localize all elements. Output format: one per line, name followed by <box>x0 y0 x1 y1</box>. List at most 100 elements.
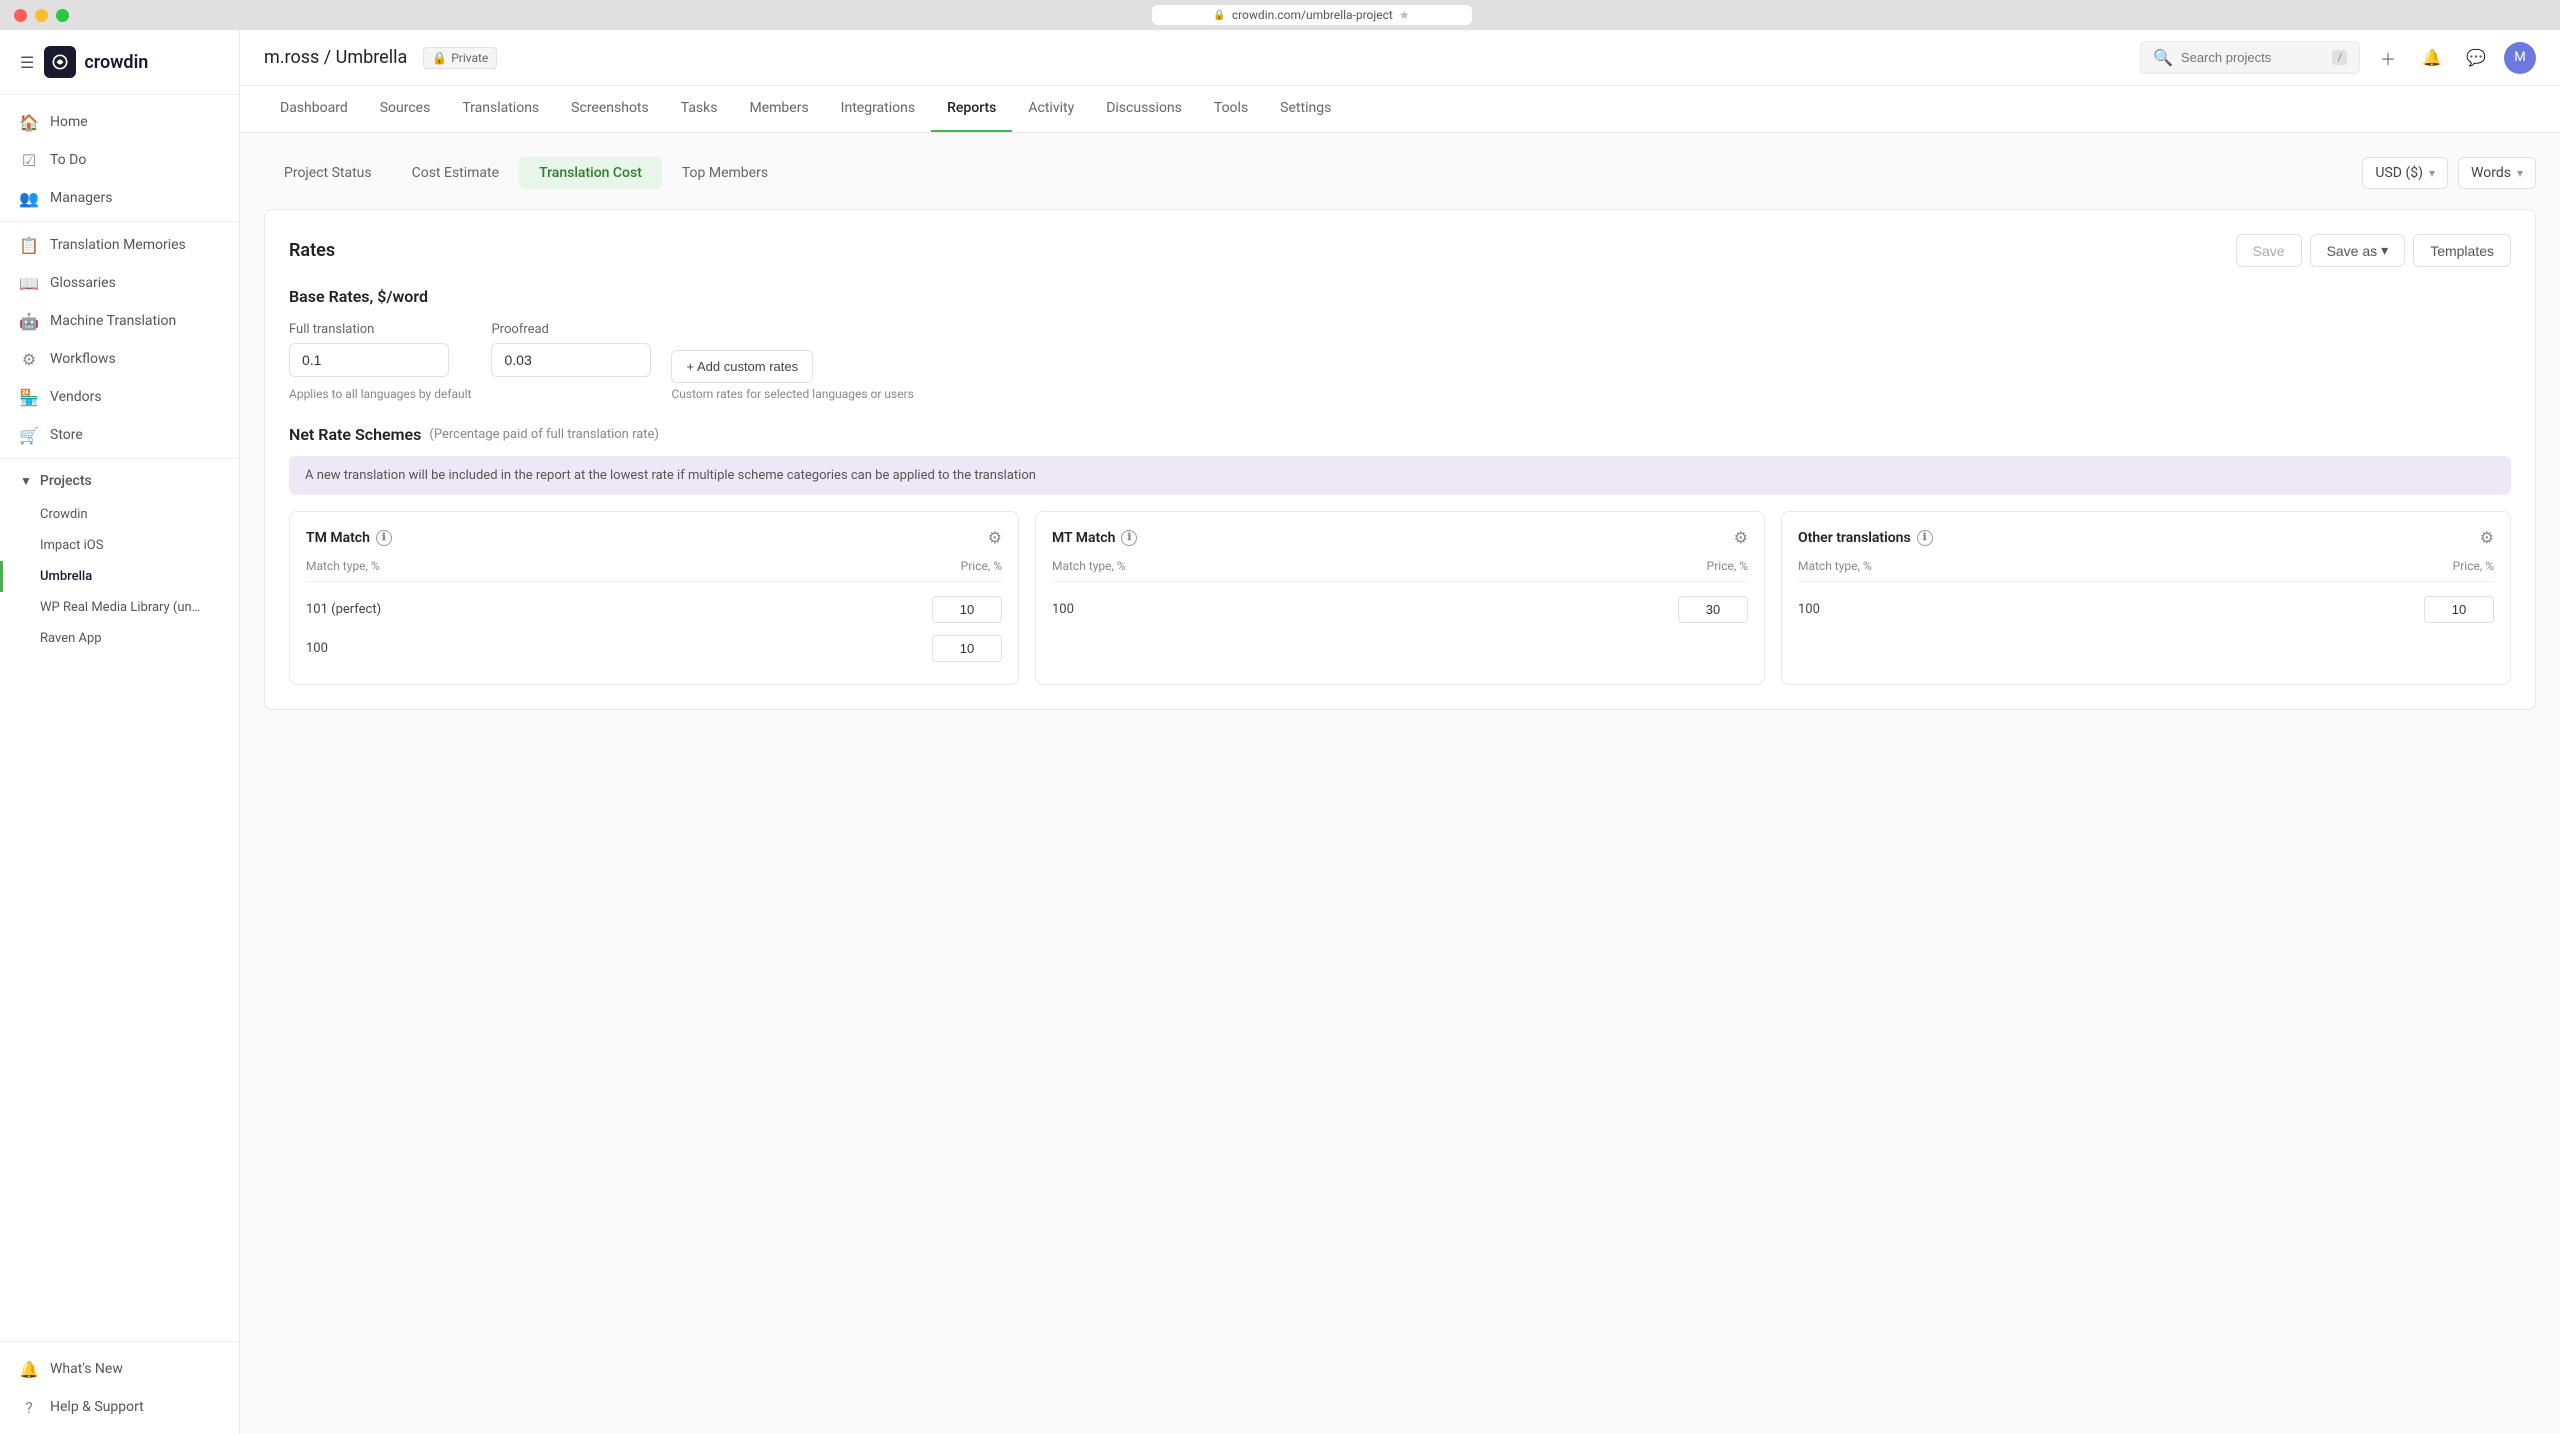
currency-select[interactable]: USD ($) ▾ <box>2362 157 2448 189</box>
mt-match-gear-icon[interactable]: ⚙ <box>1734 528 1748 547</box>
tab-tasks[interactable]: Tasks <box>665 86 734 132</box>
project-impact-ios[interactable]: Impact iOS <box>0 530 239 561</box>
private-badge: 🔒 Private <box>423 47 497 69</box>
tab-translations[interactable]: Translations <box>446 86 555 132</box>
sidebar-item-home[interactable]: 🏠 Home <box>0 103 239 141</box>
other-translations-row-1-input[interactable] <box>2424 596 2494 623</box>
search-icon: 🔍 <box>2153 48 2173 67</box>
net-rate-section: Net Rate Schemes (Percentage paid of ful… <box>289 425 2511 685</box>
base-rates-title: Base Rates, $/word <box>289 287 2511 306</box>
main-content: m.ross / Umbrella 🔒 Private 🔍 / ＋ 🔔 💬 M … <box>240 30 2560 1434</box>
tab-integrations[interactable]: Integrations <box>825 86 931 132</box>
add-button[interactable]: ＋ <box>2372 42 2404 74</box>
mt-match-col2: Price, % <box>1707 559 1748 573</box>
unit-select[interactable]: Words ▾ <box>2458 157 2536 189</box>
sidebar-item-whats-new[interactable]: 🔔 What's New <box>0 1350 239 1388</box>
top-bar-right: 🔍 / ＋ 🔔 💬 M <box>2140 41 2536 74</box>
tab-dashboard[interactable]: Dashboard <box>264 86 364 132</box>
tm-match-row-2: 100 <box>306 629 1002 668</box>
sidebar-item-vendors[interactable]: 🏪 Vendors <box>0 378 239 416</box>
other-translations-label: Other translations <box>1798 530 1911 546</box>
sidebar-item-workflows[interactable]: ⚙ Workflows <box>0 340 239 378</box>
project-wp-real-media[interactable]: WP Real Media Library (un… <box>0 592 239 623</box>
sub-tab-cost-estimate[interactable]: Cost Estimate <box>392 157 519 189</box>
tm-match-table-header: Match type, % Price, % <box>306 555 1002 582</box>
sub-tab-project-status[interactable]: Project Status <box>264 157 392 189</box>
project-raven-app[interactable]: Raven App <box>0 623 239 654</box>
tab-members[interactable]: Members <box>733 86 824 132</box>
sidebar-item-todo[interactable]: ☑ To Do <box>0 141 239 179</box>
rates-row: Full translation Applies to all language… <box>289 322 2511 401</box>
tab-reports[interactable]: Reports <box>931 86 1012 132</box>
tab-tools[interactable]: Tools <box>1198 86 1264 132</box>
store-icon: 🛒 <box>20 426 38 444</box>
tm-match-gear-icon[interactable]: ⚙ <box>988 528 1002 547</box>
save-button[interactable]: Save <box>2236 234 2302 267</box>
card-actions: Save Save as ▾ Templates <box>2236 234 2511 267</box>
proofread-field: Proofread <box>491 322 651 377</box>
other-translations-col2: Price, % <box>2453 559 2494 573</box>
divider-2 <box>0 458 239 459</box>
tm-match-col1: Match type, % <box>306 559 380 573</box>
sidebar-item-store[interactable]: 🛒 Store <box>0 416 239 454</box>
search-bar[interactable]: 🔍 / <box>2140 41 2360 74</box>
mt-match-row-1-input[interactable] <box>1678 596 1748 623</box>
minimize-btn[interactable] <box>35 9 48 22</box>
custom-note: Custom rates for selected languages or u… <box>671 387 913 401</box>
user-avatar[interactable]: M <box>2504 42 2536 74</box>
tm-match-row-1-input[interactable] <box>932 596 1002 623</box>
sub-tab-translation-cost[interactable]: Translation Cost <box>519 157 662 189</box>
tab-discussions[interactable]: Discussions <box>1090 86 1198 132</box>
chat-icon[interactable]: 💬 <box>2460 42 2492 74</box>
other-translations-gear-icon[interactable]: ⚙ <box>2480 528 2494 547</box>
address-bar[interactable]: 🔒 crowdin.com/umbrella-project ★ <box>1152 5 1472 25</box>
info-banner: A new translation will be included in th… <box>289 456 2511 495</box>
tab-sources[interactable]: Sources <box>364 86 447 132</box>
save-as-button[interactable]: Save as ▾ <box>2310 234 2406 267</box>
sidebar-item-managers[interactable]: 👥 Managers <box>0 179 239 217</box>
mt-match-table-header: Match type, % Price, % <box>1052 555 1748 582</box>
project-title: m.ross / Umbrella <box>264 47 407 68</box>
applies-note: Applies to all languages by default <box>289 387 471 401</box>
tm-match-title: TM Match ℹ <box>306 530 392 546</box>
tab-screenshots[interactable]: Screenshots <box>555 86 665 132</box>
sidebar-item-translation-memories-label: Translation Memories <box>50 237 186 253</box>
maximize-btn[interactable] <box>56 9 69 22</box>
tm-match-row-2-input[interactable] <box>932 635 1002 662</box>
rates-title: Rates <box>289 240 335 261</box>
mt-match-info-icon[interactable]: ℹ <box>1121 530 1137 546</box>
projects-toggle[interactable]: ▼ Projects <box>0 463 239 499</box>
logo[interactable]: crowdin <box>44 46 148 78</box>
close-btn[interactable] <box>14 9 27 22</box>
sidebar-item-home-label: Home <box>50 114 88 130</box>
proofread-input[interactable] <box>491 343 651 377</box>
save-as-arrow-icon: ▾ <box>2381 242 2388 259</box>
notifications-icon[interactable]: 🔔 <box>2416 42 2448 74</box>
templates-button[interactable]: Templates <box>2413 234 2511 267</box>
sub-tab-top-members[interactable]: Top Members <box>662 157 788 189</box>
search-input[interactable] <box>2181 50 2325 65</box>
star-icon[interactable]: ★ <box>1399 8 1410 22</box>
managers-icon: 👥 <box>20 189 38 207</box>
base-rates-section: Base Rates, $/word Full translation Appl… <box>289 287 2511 401</box>
project-crowdin[interactable]: Crowdin <box>0 499 239 530</box>
sidebar-item-glossaries[interactable]: 📖 Glossaries <box>0 264 239 302</box>
currency-arrow-icon: ▾ <box>2429 166 2435 180</box>
sidebar-item-help-support[interactable]: ? Help & Support <box>0 1388 239 1426</box>
sidebar-item-glossaries-label: Glossaries <box>50 275 116 291</box>
tm-match-info-icon[interactable]: ℹ <box>376 530 392 546</box>
sidebar-item-todo-label: To Do <box>50 152 86 168</box>
machine-translation-icon: 🤖 <box>20 312 38 330</box>
hamburger-menu[interactable]: ☰ <box>20 53 34 72</box>
full-translation-input[interactable] <box>289 343 449 377</box>
tab-settings[interactable]: Settings <box>1264 86 1347 132</box>
project-umbrella[interactable]: Umbrella <box>0 561 239 592</box>
sidebar: ☰ crowdin 🏠 Home ☑ To Do 👥 Managers <box>0 30 240 1434</box>
card-header: Rates Save Save as ▾ Templates <box>289 234 2511 267</box>
tab-activity[interactable]: Activity <box>1012 86 1090 132</box>
sidebar-item-machine-translation[interactable]: 🤖 Machine Translation <box>0 302 239 340</box>
top-bar: m.ross / Umbrella 🔒 Private 🔍 / ＋ 🔔 💬 M <box>240 30 2560 86</box>
add-custom-rates-button[interactable]: + Add custom rates <box>671 350 813 383</box>
sidebar-item-translation-memories[interactable]: 📋 Translation Memories <box>0 226 239 264</box>
other-translations-info-icon[interactable]: ℹ <box>1917 530 1933 546</box>
